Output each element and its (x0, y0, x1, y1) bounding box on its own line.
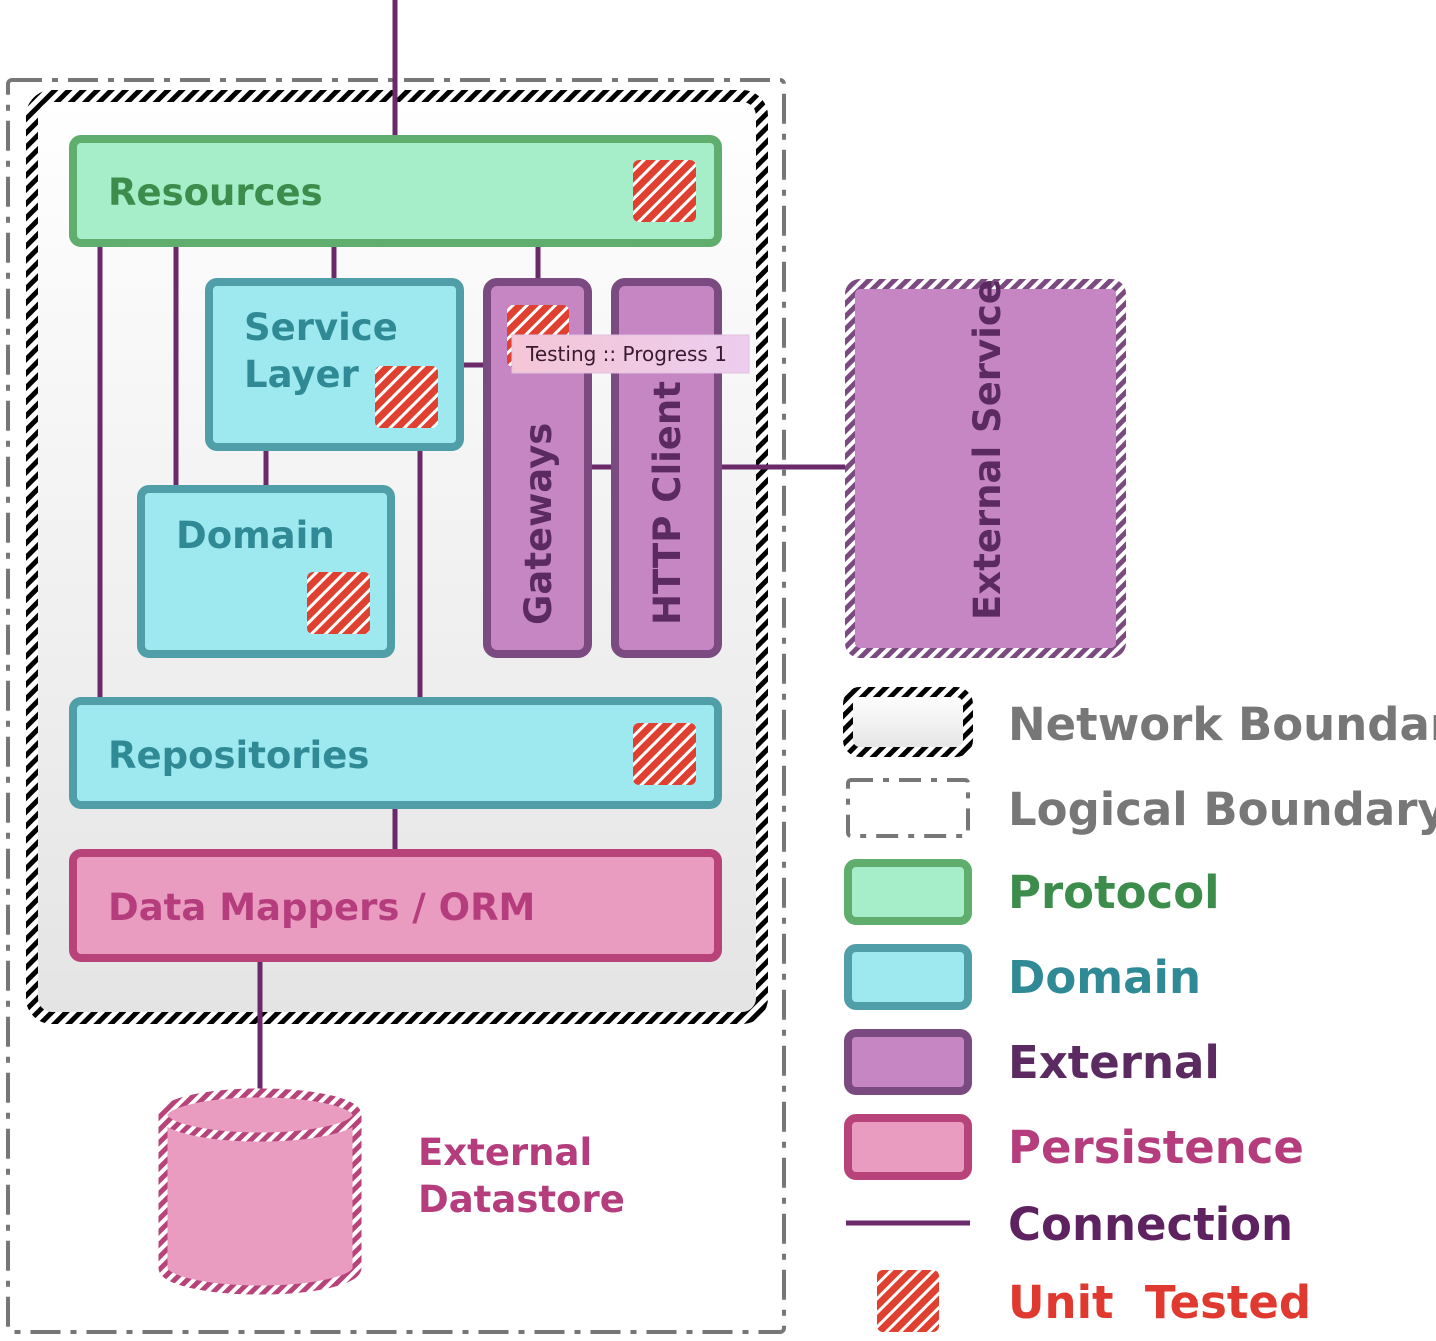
legend-network-boundary: Network Boundary (1008, 698, 1436, 751)
legend-network-boundary-swatch (843, 687, 973, 757)
tooltip-text: Testing :: Progress 1 (525, 342, 727, 366)
legend-connection: Connection (1008, 1198, 1293, 1251)
external-service-component[interactable]: External Service (845, 279, 1126, 658)
legend-protocol-swatch (844, 859, 972, 925)
unit-tested-icon (375, 366, 438, 428)
legend-logical-boundary: Logical Boundary (1008, 783, 1436, 836)
unit-tested-icon (633, 160, 696, 222)
legend: Network Boundary Logical Boundary Protoc… (843, 687, 1436, 1332)
service-layer-component[interactable]: Service Layer (205, 278, 464, 451)
data-mappers-component[interactable]: Data Mappers / ORM (69, 849, 722, 962)
http-client-label: HTTP Client (646, 381, 689, 625)
unit-tested-icon (307, 572, 370, 634)
unit-tested-icon (633, 723, 696, 785)
legend-unit-tested-icon (877, 1270, 939, 1332)
legend-external: External (1008, 1036, 1220, 1089)
service-layer-label: Service (244, 306, 398, 349)
resources-label: Resources (108, 171, 323, 214)
legend-persistence: Persistence (1008, 1121, 1304, 1174)
gateways-label: Gateways (517, 423, 560, 625)
domain-label: Domain (176, 514, 335, 557)
external-service-label: External Service (966, 279, 1009, 620)
external-datastore-icon[interactable] (158, 1088, 362, 1295)
external-datastore-label-2: Datastore (418, 1178, 625, 1221)
architecture-diagram: Resources Service Layer Domain Gateways … (6, 0, 1436, 1334)
domain-component[interactable]: Domain (137, 485, 395, 658)
legend-domain: Domain (1008, 951, 1201, 1004)
legend-external-swatch (844, 1029, 972, 1095)
data-mappers-label: Data Mappers / ORM (108, 886, 535, 929)
legend-protocol: Protocol (1008, 866, 1220, 919)
external-datastore-label: External (418, 1131, 592, 1174)
repositories-label: Repositories (108, 734, 369, 777)
resources-component[interactable]: Resources (69, 135, 722, 247)
service-layer-label-2: Layer (244, 353, 360, 396)
legend-domain-swatch (844, 944, 972, 1010)
repositories-component[interactable]: Repositories (69, 697, 722, 809)
legend-persistence-swatch (844, 1114, 972, 1180)
legend-unit-tested: Unit Tested (1008, 1276, 1311, 1329)
legend-logical-boundary-swatch (846, 778, 970, 838)
tooltip: Testing :: Progress 1 (511, 334, 750, 374)
